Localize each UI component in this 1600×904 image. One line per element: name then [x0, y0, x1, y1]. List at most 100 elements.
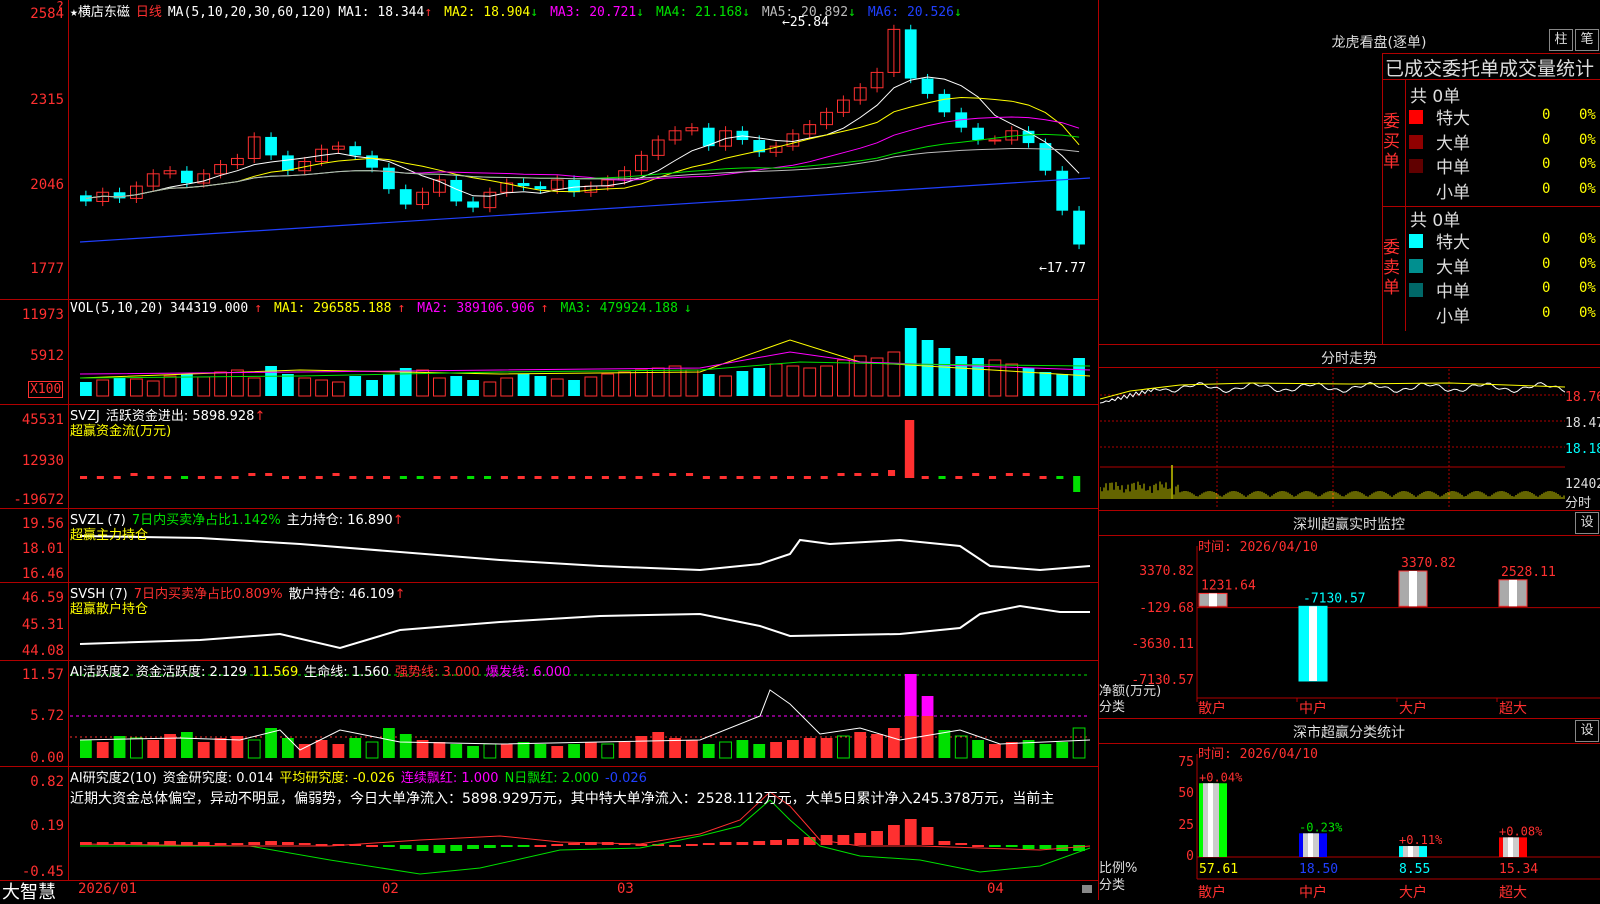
ai-lifeline: 生命线: 1.560 [304, 665, 389, 680]
ai-active-bar [888, 728, 900, 758]
ai-active-bar [197, 742, 210, 758]
tick-mode-button[interactable]: 笔 [1575, 29, 1599, 51]
volume-bar [332, 381, 345, 397]
classify-change-label: +0.11% [1399, 833, 1443, 847]
lock-icon[interactable] [1082, 885, 1092, 893]
ai-active-bar [820, 738, 833, 758]
volume-bar [702, 374, 715, 396]
brand-logo: 大智慧 [2, 882, 56, 903]
volume-bar [433, 377, 446, 397]
ai-active-bar [130, 737, 143, 759]
volume-bar [887, 351, 901, 397]
volume-bar [719, 375, 732, 397]
volume-bar [315, 379, 328, 397]
intraday-unit: 分时 [1565, 496, 1592, 511]
candle-down [921, 78, 934, 94]
ai-research-bar [399, 845, 412, 849]
y-label: 11.57 [21, 667, 64, 683]
classify-settings-button[interactable]: 设 [1575, 720, 1599, 742]
ai-active-bar [383, 728, 395, 758]
divider [1099, 344, 1600, 345]
ma-params: MA(5,10,20,30,60,120) [167, 5, 333, 20]
y-label: 0.19 [30, 818, 64, 834]
ai-research-bar [938, 841, 951, 845]
ai-active-bar [1072, 727, 1086, 759]
stat-name: 小单 [1436, 306, 1470, 327]
monitor-bar [1198, 592, 1228, 607]
svzj-bar [989, 476, 997, 479]
volume-bar [1056, 374, 1069, 396]
monitor-settings-button[interactable]: 设 [1575, 512, 1599, 534]
volume-bar [769, 363, 783, 397]
svzl-holding: 主力持仓: 16.890 [286, 513, 393, 528]
volume-bar [534, 376, 547, 396]
monitor-bar [1498, 579, 1528, 607]
x-label: 2026/01 [78, 881, 138, 897]
stat-value: 0 [1542, 231, 1551, 247]
volume-bar [786, 365, 800, 397]
volume-unit-badge[interactable]: X100 [28, 381, 64, 398]
ma-values: MA1: 18.344↑ MA2: 18.904↓ MA3: 20.721↓ MA4:… [338, 5, 974, 20]
monitor-bar [1398, 570, 1428, 607]
svsh-ratio: 7日内买卖净占比0.809% [133, 587, 283, 602]
monitor-value-label: -7130.57 [1303, 591, 1366, 606]
stat-percent: 0% [1579, 131, 1596, 148]
svzj-bar [1005, 473, 1013, 476]
ai-active-bar [1056, 742, 1069, 758]
classify-bar [1499, 837, 1527, 857]
svzj-bar [820, 476, 828, 479]
ai-active-bar [837, 735, 850, 759]
ai-active-bar [736, 740, 749, 758]
y-label: 2046 [30, 177, 64, 193]
ai-research-bar [854, 833, 867, 845]
ai-research-bar [719, 842, 732, 845]
divider [1099, 718, 1600, 719]
sell-side-label: 委卖单 [1383, 238, 1400, 298]
ma-value-2: MA2: 18.904↓ [444, 5, 539, 20]
svzj-bar [298, 476, 306, 479]
ai-research-bar [1039, 845, 1052, 849]
favorite-star-icon[interactable]: ★ [70, 5, 78, 20]
svzj-bar [787, 476, 795, 479]
volume-bar [298, 377, 312, 397]
buy-side-label: 委买单 [1383, 112, 1400, 172]
ai-active-bar [989, 744, 1001, 758]
svzj-bar [231, 476, 239, 479]
svzj-bar [1056, 476, 1064, 479]
bar-mode-button[interactable]: 柱 [1549, 29, 1573, 51]
stat-name: 大单 [1436, 133, 1470, 154]
kline-header: ★横店东磁 日线 MA(5,10,20,30,60,120) MA1: 18.344↑… [70, 1, 980, 20]
dragon-table-title: 已成交委托单成交量统计 [1385, 58, 1595, 80]
intraday-title: 分时走势 [1321, 351, 1377, 367]
stat-percent: 0% [1579, 180, 1596, 197]
volume-bar [450, 376, 463, 396]
ai-research-bar [197, 842, 210, 845]
svzj-bar [702, 476, 710, 479]
period-label[interactable]: 日线 [136, 5, 162, 20]
svzj-bar [635, 476, 643, 479]
volume-bar [820, 365, 833, 397]
stat-percent: 0% [1579, 280, 1596, 296]
svzj-bar [265, 473, 273, 476]
svzj-bar [803, 476, 811, 479]
main-chart-area[interactable]: ★横店东磁 日线 MA(5,10,20,30,60,120) MA1: 18.344↑… [0, 0, 1099, 903]
chart-canvas[interactable] [0, 0, 1098, 900]
svzj-bar [854, 473, 862, 476]
svzj-bar [938, 476, 946, 479]
intraday-chart[interactable] [1100, 369, 1565, 509]
classify-value-label: 18.50 [1299, 862, 1338, 877]
svzj-bar [972, 473, 980, 476]
ai-active-bar [787, 740, 799, 758]
volume-bar [517, 374, 530, 396]
classify-category: 中户 [1299, 885, 1327, 901]
candle-down [467, 201, 479, 208]
stat-name: 小单 [1436, 182, 1470, 203]
ai-active-bar [618, 742, 631, 758]
ai-active-bar [551, 746, 564, 758]
ai-research-bar [467, 845, 479, 849]
svzj-bar [652, 473, 660, 476]
volume-bar [282, 374, 294, 396]
candle-down [1039, 143, 1052, 171]
svzj-bar [147, 476, 155, 479]
ai-active-bar [568, 744, 580, 758]
